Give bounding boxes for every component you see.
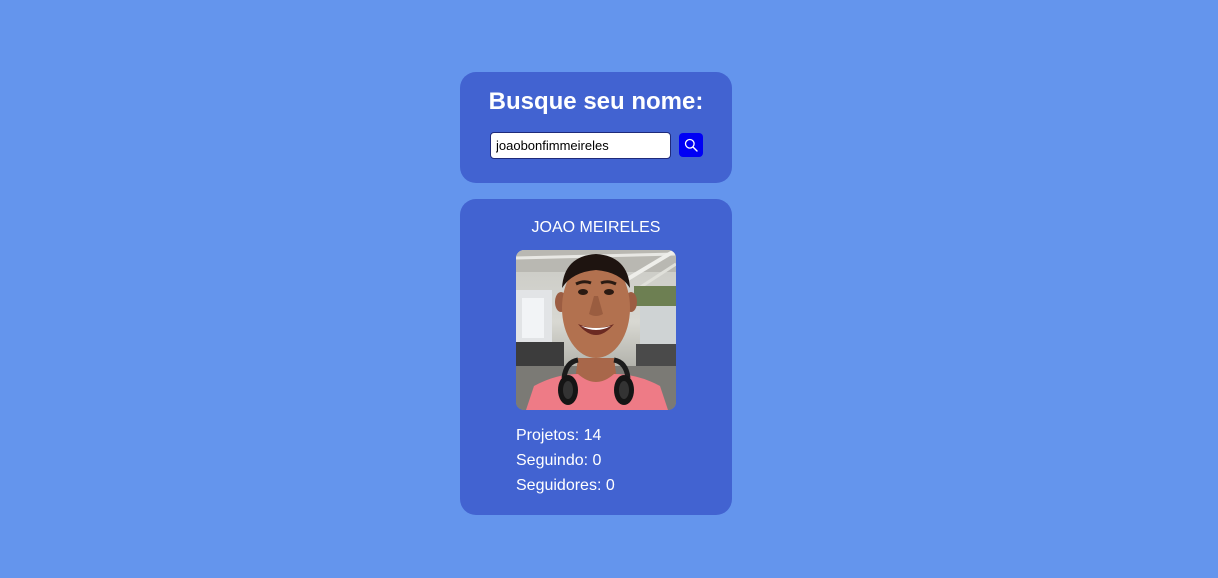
stat-value: 14 [583,427,602,444]
stat-projetos: Projetos: 14 [516,423,615,448]
search-button[interactable] [679,133,703,157]
stat-value: 0 [605,477,615,494]
profile-card: JOAO MEIRELES Projetos: 14 Seguindo: 0 S… [460,199,732,515]
stat-seguindo: Seguindo: 0 [516,448,615,473]
stat-value: 0 [592,452,602,469]
stat-label: Seguidores: [516,477,602,494]
profile-name: JOAO MEIRELES [531,219,661,236]
search-icon [684,138,698,152]
stat-label: Projetos: [516,427,580,444]
profile-stats: Projetos: 14 Seguindo: 0 Seguidores: 0 [516,423,615,498]
stat-label: Seguindo: [516,452,589,469]
stat-seguidores: Seguidores: 0 [516,473,615,498]
avatar [516,250,676,410]
page: Busque seu nome: JOAO MEIRELES [0,0,1218,578]
search-input[interactable] [490,132,671,159]
profile-photo [516,250,676,410]
search-title: Busque seu nome: [488,88,704,115]
search-card: Busque seu nome: [460,72,732,183]
